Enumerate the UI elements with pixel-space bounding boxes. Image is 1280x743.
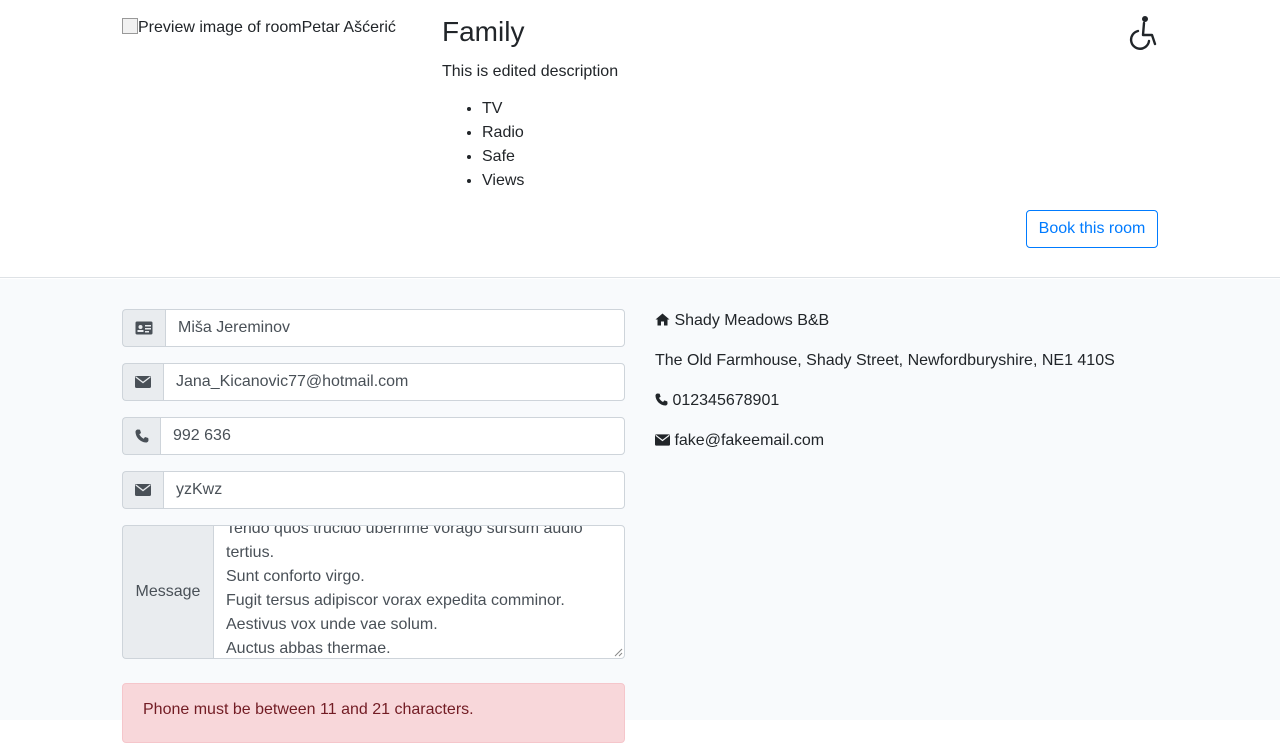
email-input[interactable] <box>163 363 625 401</box>
contact-email: fake@fakeemail.com <box>655 429 824 453</box>
envelope-icon <box>655 434 670 446</box>
email-input-group <box>122 363 625 401</box>
contact-section: Message Tendo quos trucido uberrime vora… <box>0 279 1280 743</box>
room-description: This is edited description <box>442 63 619 80</box>
contact-name: Shady Meadows B&B <box>655 309 829 333</box>
phone-input-group <box>122 417 625 455</box>
amenity-item: Radio <box>482 121 524 145</box>
name-input[interactable] <box>165 309 625 347</box>
amenity-item: Safe <box>482 145 524 169</box>
phone-icon <box>122 417 160 455</box>
contact-phone-text: 012345678901 <box>672 392 780 409</box>
message-input-group: Message Tendo quos trucido uberrime vora… <box>122 525 625 659</box>
contact-name-text: Shady Meadows B&B <box>674 312 830 329</box>
resize-handle-icon[interactable] <box>613 647 623 657</box>
name-input-group <box>122 309 625 347</box>
room-title: Family <box>442 16 525 47</box>
amenity-item: TV <box>482 97 524 121</box>
contact-phone: 012345678901 <box>655 389 779 413</box>
message-line: Sunt conforto virgo. <box>226 568 365 585</box>
error-alert: Phone must be between 11 and 21 characte… <box>122 683 625 743</box>
broken-image-icon <box>122 18 138 34</box>
wheelchair-icon <box>1129 16 1157 50</box>
home-icon <box>655 313 670 326</box>
message-text: Tendo quos trucido uberrime vorago sursu… <box>226 525 612 658</box>
message-line: tertius. <box>226 544 275 561</box>
amenities-list: TV Radio Safe Views <box>442 97 524 193</box>
message-line: Aestivus vox unde vae solum. <box>226 616 438 633</box>
contact-email-text: fake@fakeemail.com <box>674 432 825 449</box>
subject-input[interactable] <box>163 471 625 509</box>
room-image-alt: Preview image of roomPetar Ašćerić <box>138 19 396 36</box>
envelope-icon <box>122 471 163 509</box>
room-section: Preview image of roomPetar Ašćerić Famil… <box>0 0 1280 278</box>
message-textarea[interactable]: Tendo quos trucido uberrime vorago sursu… <box>213 525 625 659</box>
message-label: Message <box>122 525 213 659</box>
subject-input-group <box>122 471 625 509</box>
message-line: Auctus abbas thermae. <box>226 640 391 657</box>
id-card-icon <box>122 309 165 347</box>
contact-address: The Old Farmhouse, Shady Street, Newford… <box>655 352 1115 369</box>
phone-icon <box>655 393 668 406</box>
message-line: Tendo quos trucido uberrime vorago sursu… <box>226 525 583 537</box>
envelope-icon <box>122 363 163 401</box>
room-preview-image: Preview image of roomPetar Ašćerić <box>122 18 396 37</box>
message-line: Fugit tersus adipiscor vorax expedita co… <box>226 592 565 609</box>
phone-input[interactable] <box>160 417 625 455</box>
amenity-item: Views <box>482 169 524 193</box>
book-room-button[interactable]: Book this room <box>1026 210 1158 248</box>
